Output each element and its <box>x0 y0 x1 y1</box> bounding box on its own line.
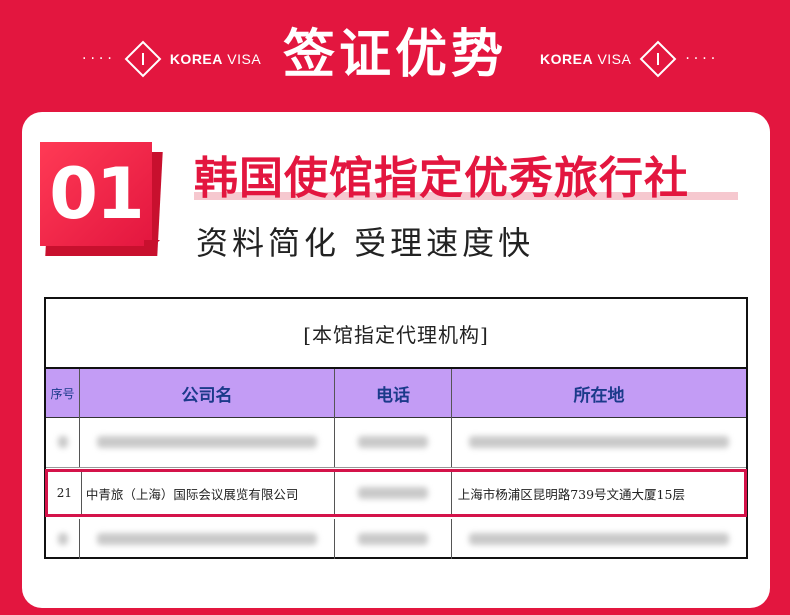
dots-right: ···· <box>685 51 720 67</box>
diamond-icon <box>639 40 677 78</box>
header-phone: 电话 <box>335 369 452 417</box>
table-row-highlighted: 21 中青旅（上海）国际会议展览有限公司 上海市杨浦区昆明路739号文通大厦15… <box>45 469 747 517</box>
agency-table: [本馆指定代理机构] 序号 公司名 电话 所在地 21 中青旅（上海）国际会议展… <box>44 297 748 559</box>
header-right-decoration: KOREA VISA ···· <box>540 40 720 78</box>
row-company: 中青旅（上海）国际会议展览有限公司 <box>82 472 336 514</box>
header-seq: 序号 <box>46 369 80 417</box>
table-caption: [本馆指定代理机构] <box>46 299 746 369</box>
main-title: 韩国使馆指定优秀旅行社 <box>194 153 689 204</box>
badge-number: 01 <box>40 142 152 246</box>
number-badge: 01 <box>40 142 164 260</box>
row-seq: 21 <box>48 472 82 514</box>
korea-visa-label-right: KOREA VISA <box>540 51 632 67</box>
page-header: ···· KOREA VISA 签证优势 KOREA VISA ···· <box>0 0 790 112</box>
row-address: 上海市杨浦区昆明路739号文通大厦15层 <box>457 486 685 502</box>
header-address: 所在地 <box>573 385 625 406</box>
table-header-row: 序号 公司名 电话 所在地 <box>46 369 746 418</box>
table-row-blurred <box>46 519 746 559</box>
row-phone-redacted <box>358 487 429 499</box>
header-company: 公司名 <box>80 369 335 417</box>
sub-title: 资料简化 受理速度快 <box>196 224 535 262</box>
table-row-blurred <box>46 417 746 468</box>
